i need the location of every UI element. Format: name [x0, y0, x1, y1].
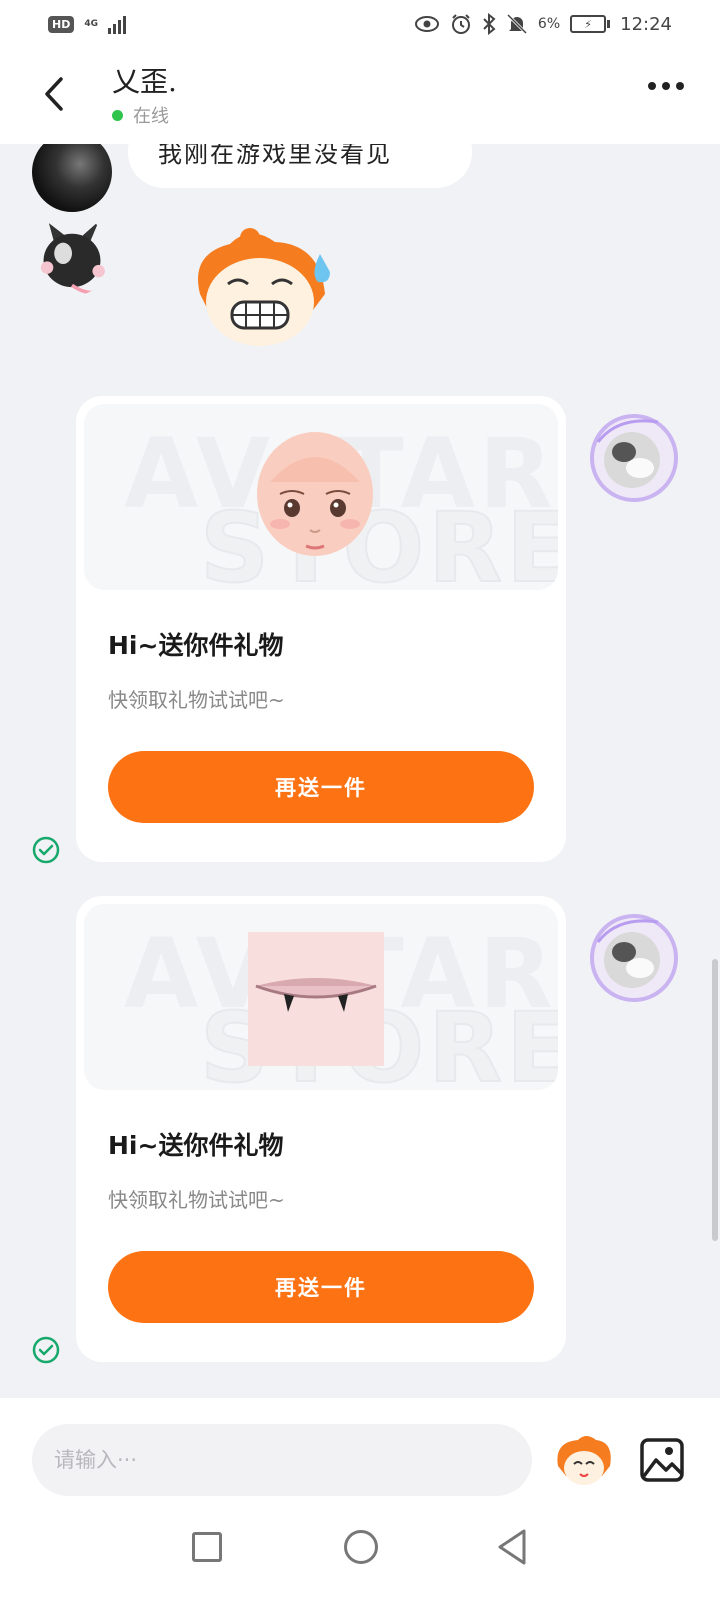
more-button[interactable]	[648, 82, 684, 90]
back-button[interactable]	[34, 74, 74, 114]
read-check-icon	[32, 1336, 60, 1364]
more-icon-dot	[662, 82, 670, 90]
hd-badge: HD	[48, 15, 75, 33]
status-bar: HD 4G 6% ⚡ 12:24	[0, 0, 720, 48]
network-type: 4G	[84, 18, 98, 29]
signal-icon	[108, 14, 126, 34]
status-left: HD 4G	[48, 14, 126, 34]
online-status: 在线	[112, 102, 169, 128]
emoji-sticker-icon[interactable]	[552, 1432, 616, 1488]
emoji-sticker[interactable]	[180, 224, 340, 354]
read-check-icon	[32, 836, 60, 864]
message-bubble[interactable]: 我刚在游戏里没看见	[128, 144, 472, 188]
gift-subtitle: 快领取礼物试试吧~	[108, 688, 285, 712]
status-right: 6% ⚡ 12:24	[414, 13, 672, 35]
back-arrow-icon	[45, 77, 63, 111]
message-input[interactable]	[32, 1424, 532, 1496]
gift-mouth-image	[248, 932, 384, 1066]
gift-card[interactable]: AVATAR STORE Hi~送你件礼物 快领取礼物试试吧~ 再送一件	[76, 896, 566, 1362]
gift-image: AVATAR STORE	[84, 404, 558, 590]
nav-recent-icon[interactable]	[192, 1532, 222, 1562]
more-icon-dot	[676, 82, 684, 90]
online-status-label: 在线	[133, 106, 169, 127]
gift-image: AVATAR STORE	[84, 904, 558, 1090]
eye-icon	[414, 16, 439, 32]
battery-icon: ⚡	[570, 15, 611, 33]
contact-avatar-cat[interactable]	[32, 216, 112, 296]
chat-header: 乂歪. 在线	[0, 48, 720, 144]
contact-name[interactable]: 乂歪.	[112, 60, 177, 100]
my-avatar[interactable]	[588, 412, 680, 504]
battery-percent: 6%	[537, 16, 561, 32]
gift-card[interactable]: AVATAR STORE Hi~送你件礼物 快领取礼物试试吧~ 再送一件	[76, 396, 566, 862]
mute-bell-icon	[506, 13, 527, 35]
online-dot-icon	[112, 109, 123, 121]
image-icon[interactable]	[638, 1436, 686, 1484]
send-another-button[interactable]: 再送一件	[108, 751, 534, 823]
gift-subtitle: 快领取礼物试试吧~	[108, 1188, 285, 1212]
gift-face-image	[257, 432, 373, 556]
gift-title: Hi~送你件礼物	[108, 1131, 284, 1160]
my-avatar[interactable]	[588, 912, 680, 1004]
nav-back-icon[interactable]	[496, 1528, 528, 1566]
send-another-button[interactable]: 再送一件	[108, 1251, 534, 1323]
more-icon	[648, 82, 656, 90]
nav-home-icon[interactable]	[344, 1530, 378, 1564]
gift-title: Hi~送你件礼物	[108, 631, 284, 660]
contact-avatar[interactable]	[32, 144, 112, 212]
system-nav-bar	[0, 1510, 720, 1600]
clock: 12:24	[620, 13, 672, 35]
chat-area[interactable]: 我刚在游戏里没看见 AVATAR STORE	[0, 144, 720, 1398]
alarm-icon	[451, 14, 470, 34]
scrollbar[interactable]	[712, 959, 718, 1241]
bluetooth-icon	[483, 13, 496, 35]
input-bar	[0, 1398, 720, 1510]
